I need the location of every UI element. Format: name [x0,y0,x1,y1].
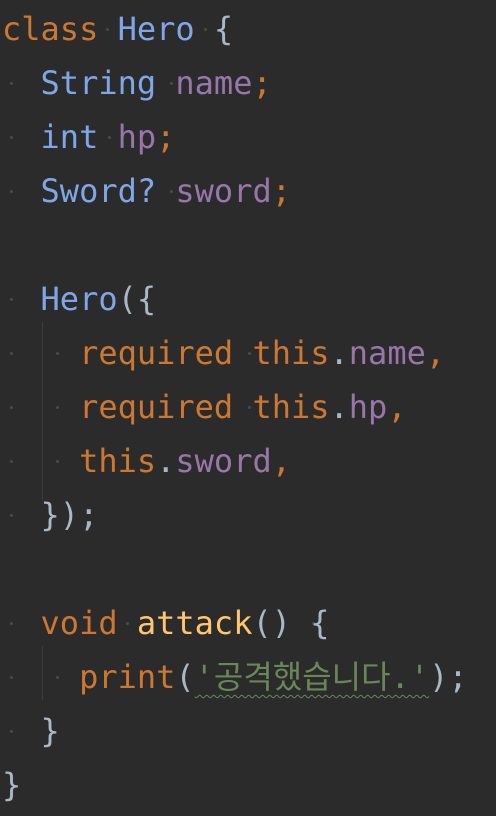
close-brace: } [40,712,60,750]
field-name: hp [348,388,388,426]
function-print: print [79,658,176,696]
comma: , [387,388,407,426]
open-paren-brace: ({ [117,280,157,318]
comma: , [425,334,446,372]
code-line-8: required this.hp, [2,380,407,434]
code-line-4: Sword? sword; [2,164,291,218]
keyword-required: required [79,388,234,426]
close-brace-paren: }); [40,496,99,534]
semicolon: ; [271,172,291,210]
type-name: int [40,118,99,156]
keyword-this: this [79,442,157,480]
open-brace: { [213,10,234,48]
code-line-15: } [2,758,21,812]
code-editor[interactable]: class Hero { String name; int hp; Sword?… [0,0,496,816]
type-name: String [40,64,157,102]
code-line-7: required this.name, [2,326,445,380]
code-line-12: void attack() { [2,596,330,650]
class-name: Hero [117,10,195,48]
code-line-9: this.sword, [2,434,291,488]
dot: . [329,388,349,426]
field-name: name [175,64,253,102]
semicolon: ; [156,118,176,156]
field-name: hp [117,118,157,156]
constructor-name: Hero [40,280,118,318]
code-line-2: String name; [2,56,272,110]
code-line-1: class Hero { [2,2,233,56]
code-line-14: } [2,704,60,758]
code-line-13: print('공격했습니다.'); [2,650,468,704]
close-brace: } [2,766,22,804]
string-literal: '공격했습니다.' [194,658,430,696]
field-name: name [348,334,426,372]
dot: . [329,334,349,372]
field-name: sword [175,172,272,210]
parens: () [252,604,291,642]
keyword-void: void [40,604,118,642]
open-paren: ( [175,658,195,696]
code-line-6: Hero({ [2,272,157,326]
comma: , [271,442,291,480]
code-line-10: }); [2,488,99,542]
method-name: attack [136,604,253,642]
keyword-this: this [252,334,330,372]
keyword-class: class [2,10,99,48]
code-line-3: int hp; [2,110,176,164]
semicolon: ; [252,64,272,102]
keyword-this: this [252,388,330,426]
close-paren: ); [429,658,468,696]
keyword-required: required [79,334,234,372]
open-brace: { [310,604,330,642]
dot: . [156,442,176,480]
type-name: Sword? [40,172,157,210]
field-name: sword [175,442,272,480]
